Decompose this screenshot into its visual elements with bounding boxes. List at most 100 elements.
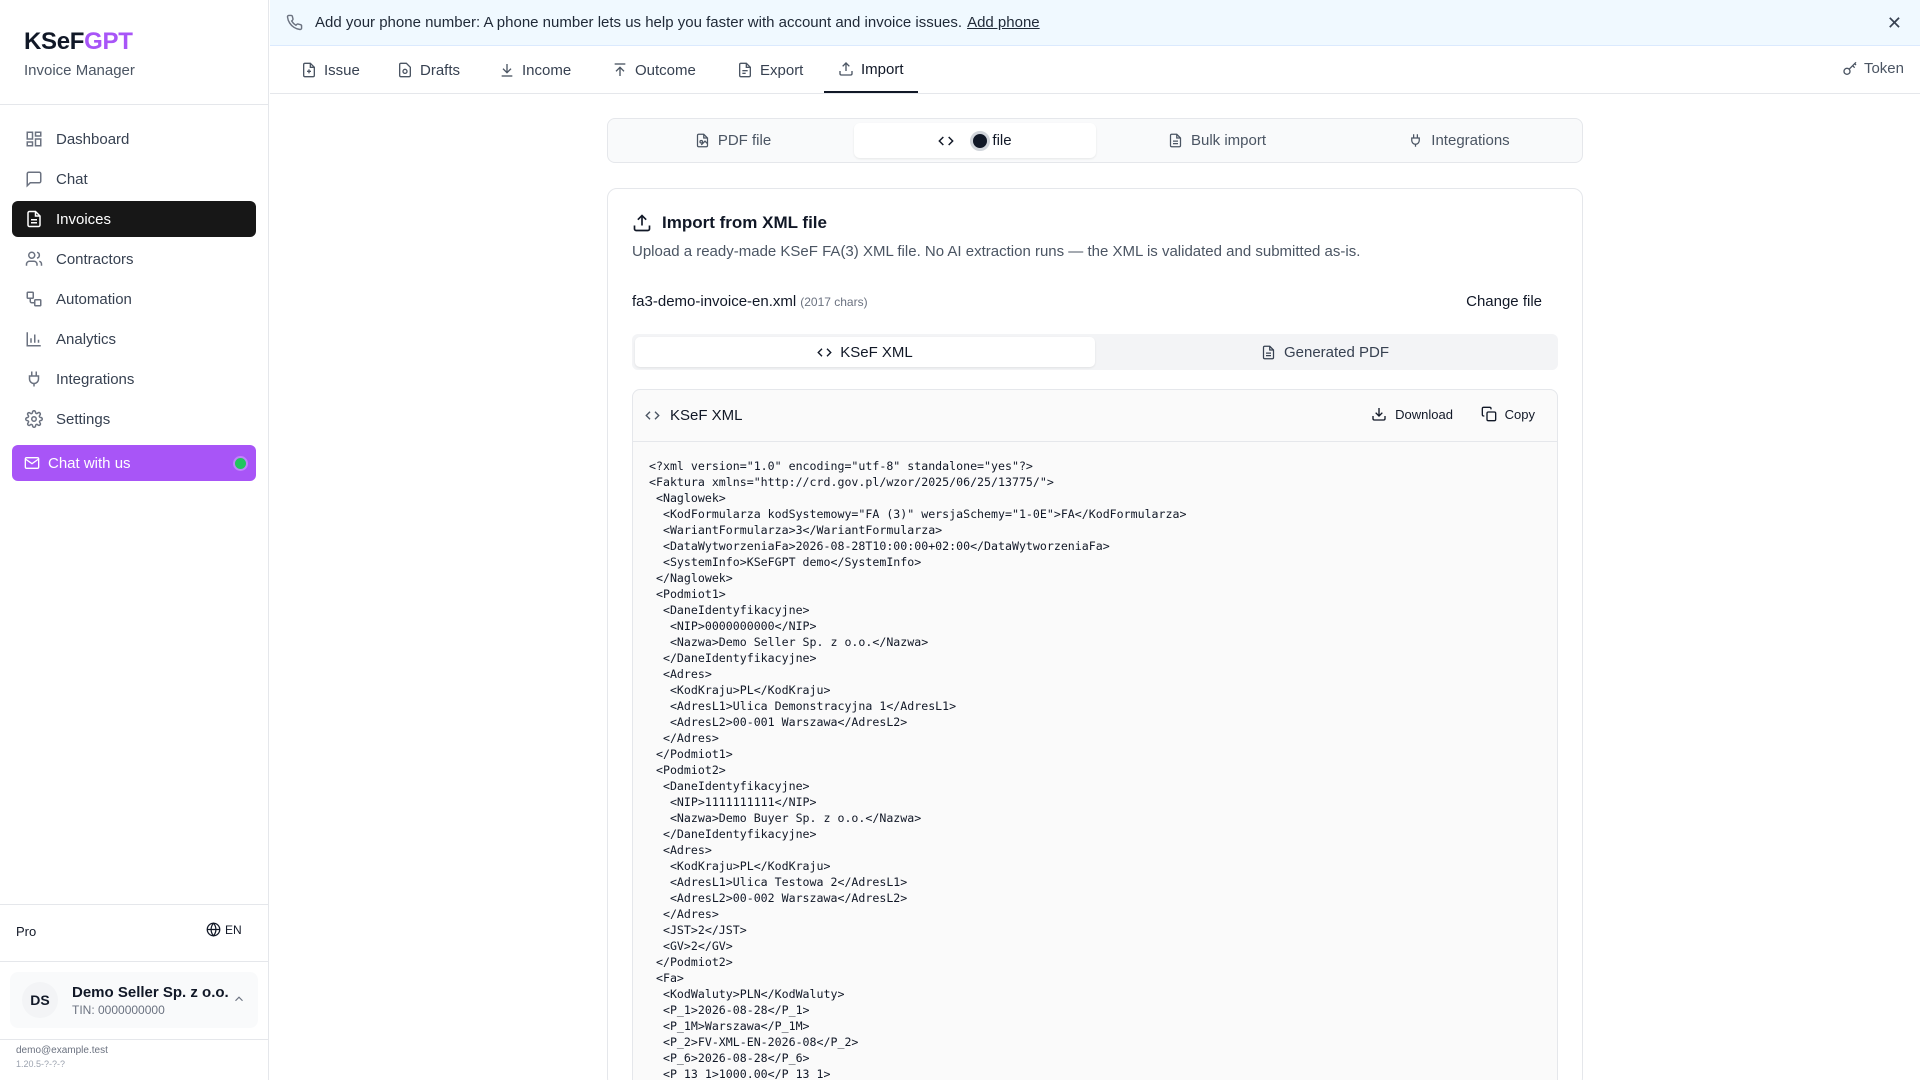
sidebar-item-contractors[interactable]: Contractors: [12, 241, 256, 277]
plug-icon: [24, 369, 44, 389]
sidebar-item-chat[interactable]: Chat: [12, 161, 256, 197]
tab-label: Income: [522, 61, 572, 79]
import-type-tabs: PDF file file Bulk import Integrations: [607, 118, 1583, 163]
add-phone-link[interactable]: Add phone: [967, 14, 1040, 31]
tab-label: Import: [861, 60, 904, 78]
sidebar-divider-footer: [0, 1039, 269, 1040]
bar-chart-icon: [24, 329, 44, 349]
xml-line: </Podmiot1>: [649, 747, 733, 761]
tab-drafts[interactable]: Drafts: [397, 47, 460, 93]
xml-code-block[interactable]: <?xml version="1.0" encoding="utf-8" sta…: [649, 458, 1186, 1080]
sidebar-divider-account: [0, 961, 269, 962]
chat-with-us-label: Chat with us: [48, 454, 131, 472]
token-button[interactable]: Token: [1842, 60, 1904, 77]
close-icon[interactable]: ✕: [1887, 14, 1902, 32]
phone-banner: Add your phone number: A phone number le…: [270, 0, 1920, 46]
xml-line: <Adres>: [649, 667, 712, 681]
dashboard-icon: [24, 129, 44, 149]
sidebar-item-settings[interactable]: Settings: [12, 401, 256, 437]
tab-pdf-file[interactable]: PDF file: [612, 123, 854, 158]
chat-icon: [24, 169, 44, 189]
tab-integrations[interactable]: Integrations: [1338, 123, 1580, 158]
language-label: EN: [225, 922, 242, 937]
file-stack-icon: [1168, 133, 1183, 148]
xml-line: <Podmiot1>: [649, 587, 726, 601]
sidebar-item-analytics[interactable]: Analytics: [12, 321, 256, 357]
user-email: demo@example.test: [16, 1045, 108, 1056]
xml-line: </Adres>: [649, 731, 719, 745]
banner-text: Add your phone number: A phone number le…: [315, 14, 963, 31]
seg-label: Integrations: [1431, 132, 1510, 149]
sidebar-item-invoices[interactable]: Invoices: [12, 201, 256, 237]
xml-line: </DaneIdentyfikacyjne>: [649, 827, 817, 841]
xml-line: <P_2>FV-XML-EN-2026-08</P_2>: [649, 1035, 859, 1049]
app-version: 1.20.5-?-?-?: [16, 1059, 66, 1069]
brand-logo[interactable]: KSeFGPT: [24, 28, 135, 56]
chat-with-us-button[interactable]: Chat with us: [12, 445, 256, 481]
account-switcher[interactable]: DS Demo Seller Sp. z o.o. TIN: 000000000…: [10, 972, 258, 1028]
download-button[interactable]: Download: [1371, 406, 1453, 422]
tab-label: Drafts: [420, 61, 461, 79]
document-icon: [1261, 345, 1276, 360]
tab-income[interactable]: Income: [499, 47, 571, 93]
xml-line: <SystemInfo>KSeFGPT demo</SystemInfo>: [649, 555, 922, 569]
invoice-tabs: Issue Drafts Income Outcome Export Impor…: [270, 47, 1920, 94]
xml-line: <KodFormularza kodSystemowy="FA (3)" wer…: [649, 507, 1187, 521]
xml-line: <Adres>: [649, 843, 712, 857]
xml-line: <Nazwa>Demo Buyer Sp. z o.o.</Nazwa>: [649, 811, 922, 825]
xml-panel-header: KSeF XML Download Copy: [633, 390, 1557, 442]
change-file-button[interactable]: Change file: [1466, 293, 1542, 310]
copy-button[interactable]: Copy: [1481, 406, 1535, 422]
xml-line: <DaneIdentyfikacyjne>: [649, 779, 810, 793]
card-title: Import from XML file: [632, 213, 827, 233]
xml-line: </Naglowek>: [649, 571, 733, 585]
mail-icon: [24, 455, 40, 471]
tab-bulk-import[interactable]: Bulk import: [1096, 123, 1338, 158]
file-plus-icon: [301, 62, 317, 78]
xml-line: <JST>2</JST>: [649, 923, 747, 937]
sidebar-divider-bottom: [0, 904, 269, 905]
brand-accent: GPT: [84, 28, 133, 55]
online-status-dot: [235, 458, 246, 469]
account-tin: TIN: 0000000000: [72, 1002, 165, 1017]
sidebar-item-integrations[interactable]: Integrations: [12, 361, 256, 397]
sidebar-item-dashboard[interactable]: Dashboard: [12, 121, 256, 157]
view-tab-label: Generated PDF: [1283, 343, 1390, 361]
xml-line: <AdresL2>00-002 Warszawa</AdresL2>: [649, 891, 908, 905]
tab-outcome[interactable]: Outcome: [612, 47, 696, 93]
code-icon: [645, 408, 660, 423]
tab-issue[interactable]: Issue: [301, 47, 360, 93]
tab-generated-pdf[interactable]: Generated PDF: [1095, 337, 1555, 367]
download-arrow-icon: [499, 62, 515, 78]
xml-panel-title: KSeF XML: [645, 407, 743, 424]
xml-line: <KodKraju>PL</KodKraju>: [649, 683, 831, 697]
sidebar-item-automation[interactable]: Automation: [12, 281, 256, 317]
xml-line: <NIP>1111111111</NIP>: [649, 795, 817, 809]
tab-label: Outcome: [635, 61, 696, 79]
view-toggle: KSeF XML Generated PDF: [632, 334, 1558, 370]
tab-xml-file[interactable]: file: [854, 123, 1096, 158]
brand: KSeFGPT Invoice Manager: [24, 28, 135, 79]
xml-preview-panel: KSeF XML Download Copy <?xml version="1.…: [632, 389, 1558, 1080]
xml-line: <Faktura xmlns="http://crd.gov.pl/wzor/2…: [649, 475, 1054, 489]
download-label: Download: [1395, 406, 1453, 422]
xml-line: <P_1M>Warszawa</P_1M>: [649, 1019, 810, 1033]
language-switcher[interactable]: EN: [206, 922, 242, 937]
tab-export[interactable]: Export: [737, 47, 803, 93]
globe-icon: [206, 922, 221, 937]
avatar: DS: [22, 982, 58, 1018]
sidebar-item-label: Dashboard: [56, 130, 130, 148]
xml-line: <P_1>2026-08-28</P_1>: [649, 1003, 810, 1017]
brand-main: KSeF: [24, 28, 85, 55]
seg-label: Bulk import: [1190, 132, 1267, 149]
plan-label: Pro: [16, 924, 37, 939]
xml-line: <AdresL1>Ulica Demonstracyjna 1</AdresL1…: [649, 699, 957, 713]
xml-line: <KodKraju>PL</KodKraju>: [649, 859, 831, 873]
users-icon: [24, 249, 44, 269]
file-char-count: (2017 chars): [800, 295, 868, 309]
upload-icon: [838, 61, 854, 77]
tab-import[interactable]: Import: [824, 47, 918, 93]
xml-line: <GV>2</GV>: [649, 939, 733, 953]
tab-ksef-xml[interactable]: KSeF XML: [635, 337, 1095, 367]
file-name: fa3-demo-invoice-en.xml: [632, 293, 797, 310]
